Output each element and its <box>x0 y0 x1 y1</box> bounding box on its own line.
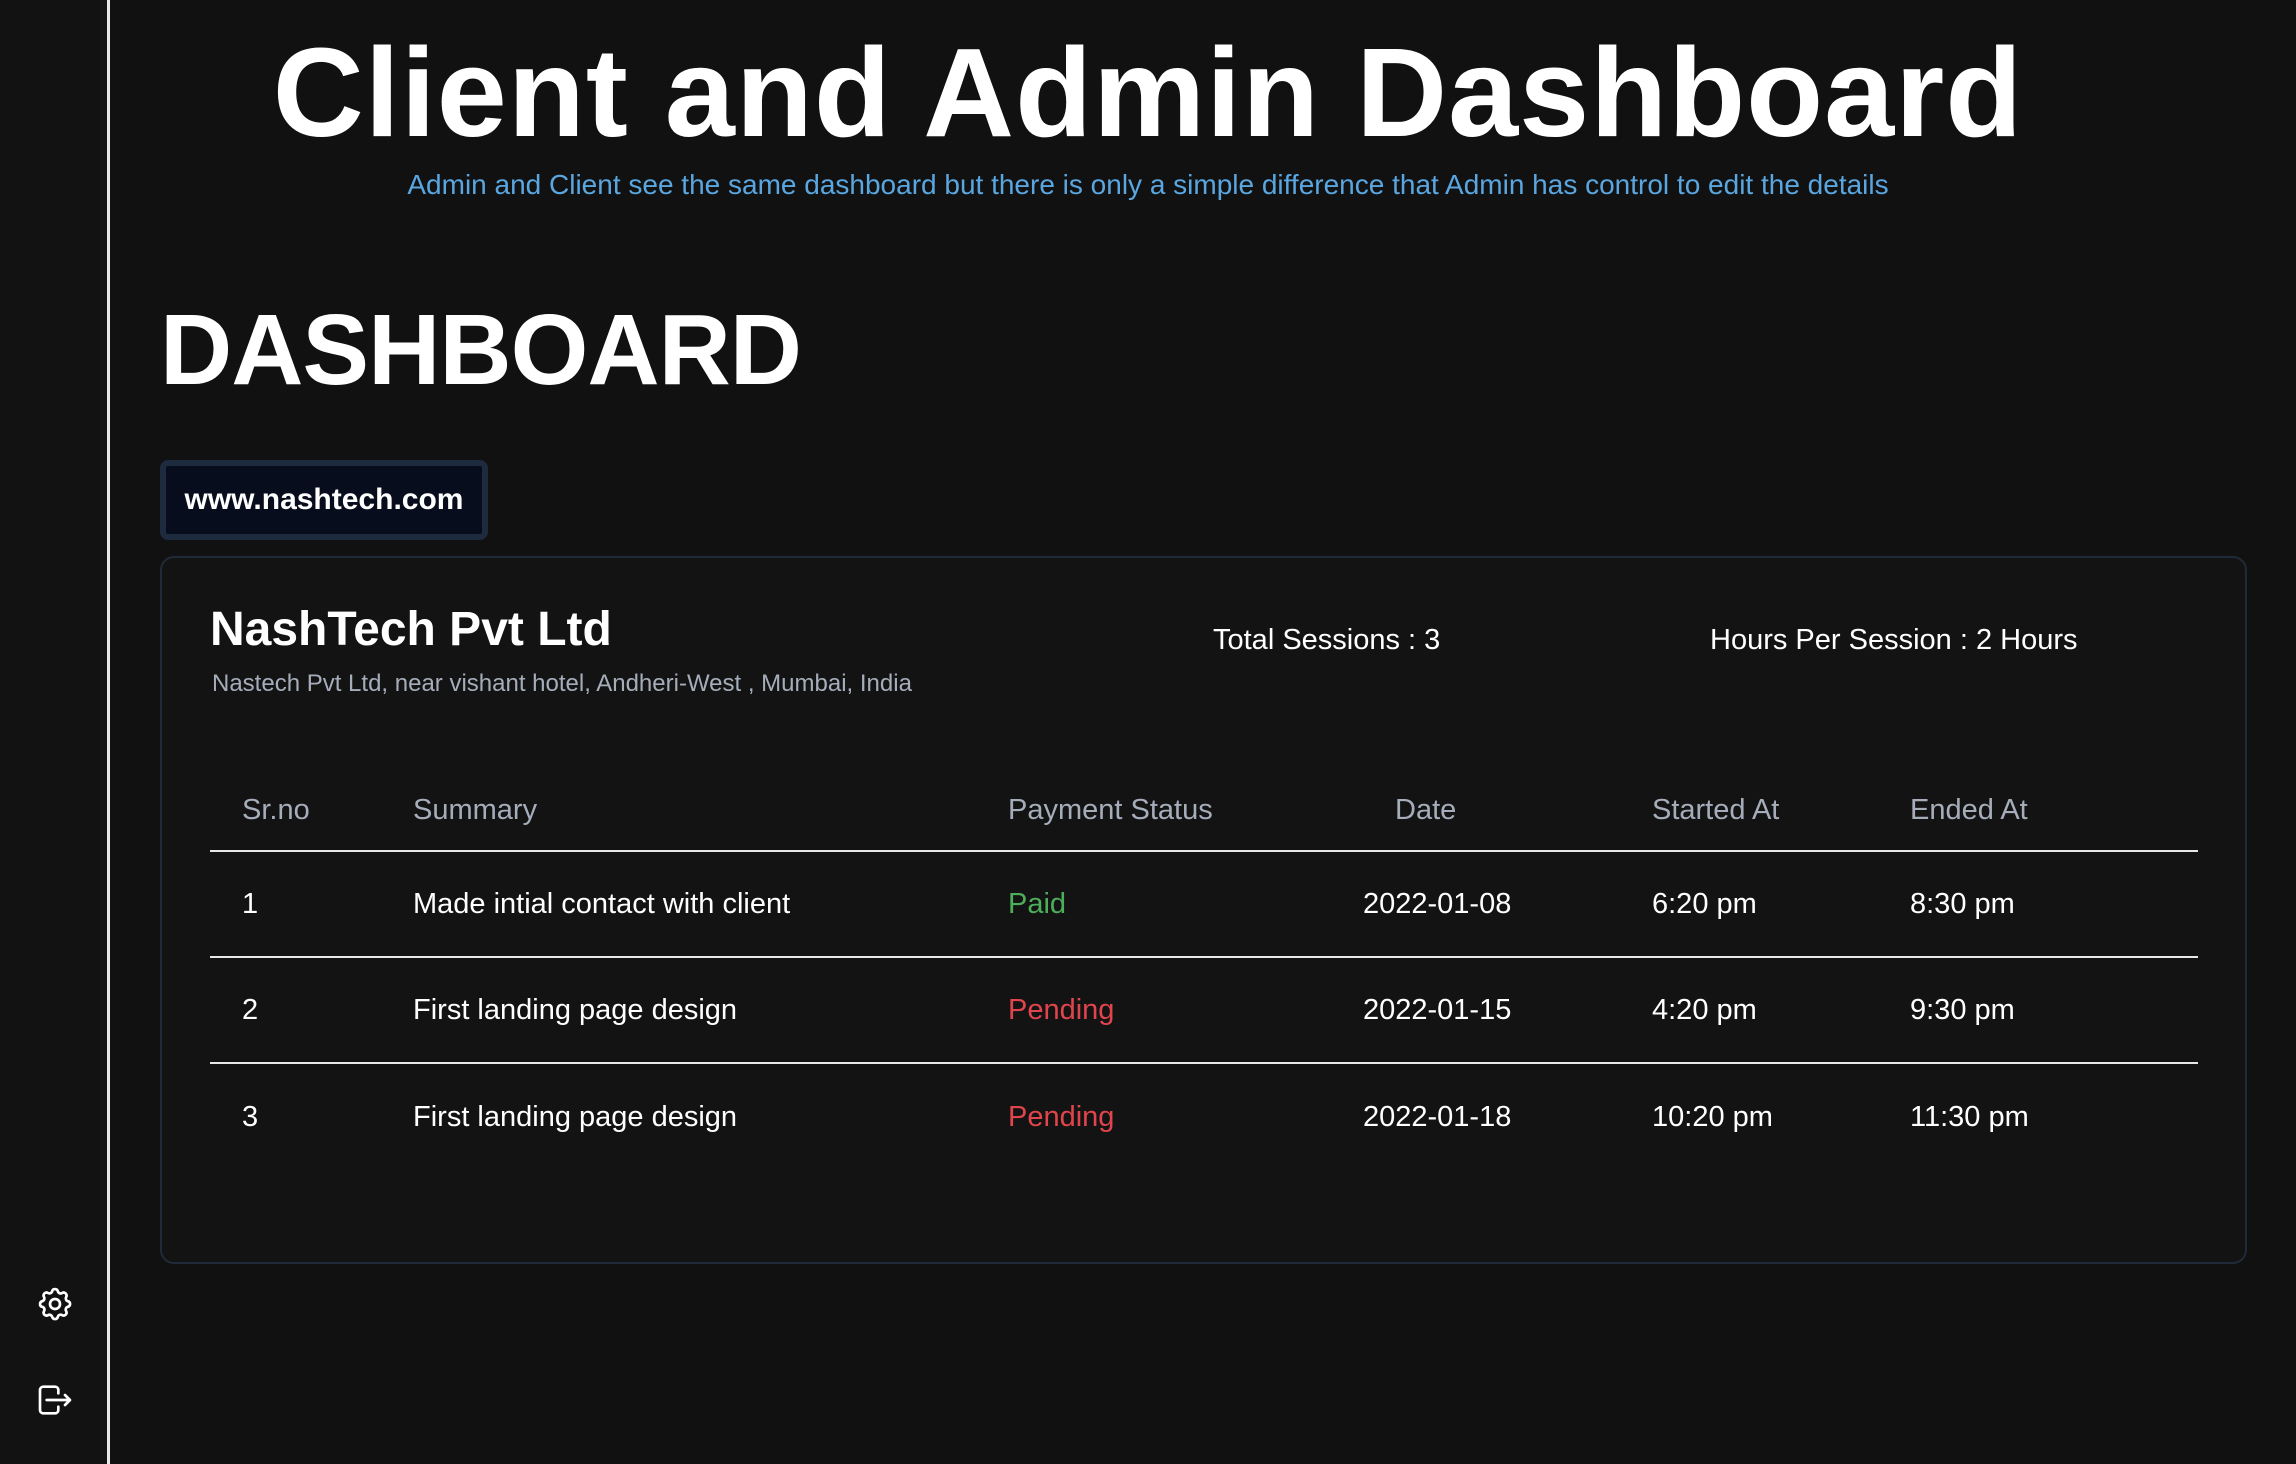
header-sr-no: Sr.no <box>242 793 310 826</box>
row-started-at: 10:20 pm <box>1652 1100 1773 1133</box>
header-started-at: Started At <box>1652 793 1780 826</box>
company-address: Nastech Pvt Ltd, near vishant hotel, And… <box>212 670 912 697</box>
row-date: 2022-01-15 <box>1363 993 1512 1026</box>
row-started-at: 4:20 pm <box>1652 993 1757 1026</box>
row-ended-at: 8:30 pm <box>1910 887 2015 920</box>
row-ended-at: 9:30 pm <box>1910 993 2015 1026</box>
row-date: 2022-01-18 <box>1363 1100 1512 1133</box>
company-card: NashTech Pvt Ltd Nastech Pvt Ltd, near v… <box>160 556 2247 1264</box>
page-title: DASHBOARD <box>160 294 802 406</box>
row-sr-no: 3 <box>242 1100 259 1133</box>
table-row: 2 First landing page design Pending 2022… <box>210 958 2198 1064</box>
url-chip[interactable]: www.nashtech.com <box>160 460 488 540</box>
total-sessions: Total Sessions : 3 <box>1213 624 1441 656</box>
row-summary: Made intial contact with client <box>413 887 791 920</box>
table-header-row: Sr.no Summary Payment Status Date Starte… <box>210 758 2198 852</box>
gear-icon <box>38 1287 72 1321</box>
row-sr-no: 2 <box>242 993 259 1026</box>
table-row: 1 Made intial contact with client Paid 2… <box>210 852 2198 958</box>
header-ended-at: Ended At <box>1910 793 2028 826</box>
hero-title: Client and Admin Dashboard <box>272 22 2024 163</box>
row-started-at: 6:20 pm <box>1652 887 1757 920</box>
payment-status-pending: Pending <box>1008 993 1115 1026</box>
app: Client and Admin Dashboard Admin and Cli… <box>0 0 2296 1464</box>
table-row: 3 First landing page design Pending 2022… <box>210 1064 2198 1170</box>
hours-per-session: Hours Per Session : 2 Hours <box>1710 624 2078 656</box>
header-date: Date <box>1395 793 1457 826</box>
header-payment-status: Payment Status <box>1008 793 1213 826</box>
row-summary: First landing page design <box>413 1100 738 1133</box>
company-name: NashTech Pvt Ltd <box>210 603 612 656</box>
payment-status-paid: Paid <box>1008 887 1067 920</box>
payment-status-pending: Pending <box>1008 1100 1115 1133</box>
hero-subtitle: Admin and Client see the same dashboard … <box>407 169 1889 200</box>
logout-icon <box>38 1385 72 1415</box>
row-summary: First landing page design <box>413 993 738 1026</box>
row-sr-no: 1 <box>242 887 259 920</box>
settings-button[interactable] <box>30 1279 80 1329</box>
row-ended-at: 11:30 pm <box>1910 1100 2029 1133</box>
sessions-table: Sr.no Summary Payment Status Date Starte… <box>210 758 2198 1170</box>
logout-button[interactable] <box>30 1375 80 1425</box>
sidebar <box>0 0 110 1464</box>
row-date: 2022-01-08 <box>1363 887 1512 920</box>
header-summary: Summary <box>413 793 538 826</box>
